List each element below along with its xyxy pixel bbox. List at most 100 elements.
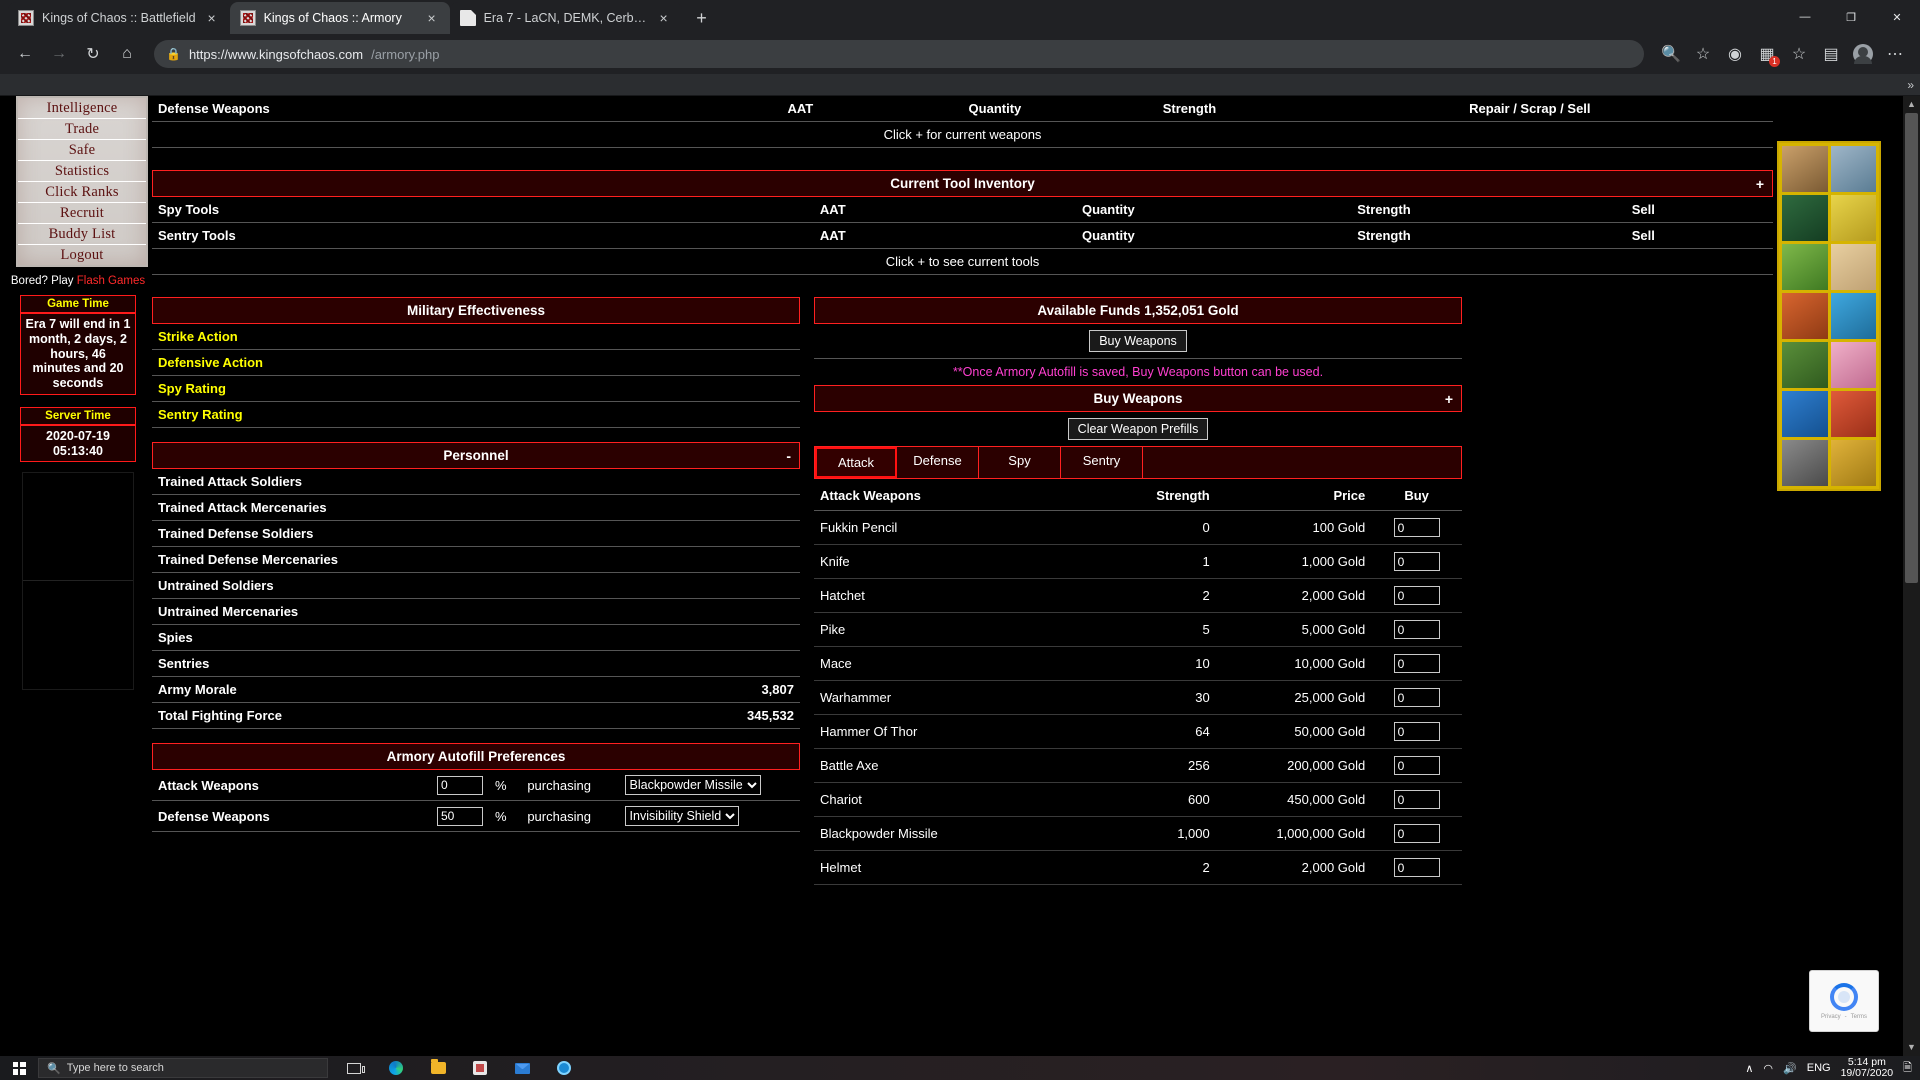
recaptcha-privacy-link[interactable]: Privacy <box>1821 1014 1841 1020</box>
home-icon[interactable]: ⌂ <box>112 39 142 69</box>
flash-games-link[interactable]: Flash Games <box>77 275 145 287</box>
close-icon[interactable]: × <box>204 10 220 26</box>
scroll-down-icon[interactable]: ▼ <box>1903 1039 1920 1056</box>
tab-armory[interactable]: Kings of Chaos :: Armory × <box>230 2 450 34</box>
tab-spy[interactable]: Spy <box>979 447 1061 478</box>
clear-weapon-prefills-button[interactable]: Clear Weapon Prefills <box>1068 418 1209 440</box>
sidebar-item-safe[interactable]: Safe <box>18 140 146 161</box>
defense-weapons-percent-input[interactable] <box>437 807 483 826</box>
weapon-buy-input[interactable] <box>1394 756 1440 775</box>
close-window-button[interactable]: ✕ <box>1874 0 1920 34</box>
sidebar-item-recruit[interactable]: Recruit <box>18 203 146 224</box>
sidebar-item-click-ranks[interactable]: Click Ranks <box>18 182 146 203</box>
ad-thumbnail[interactable] <box>1831 146 1877 192</box>
tab-sentry[interactable]: Sentry <box>1061 447 1143 478</box>
taskbar-mail-icon[interactable] <box>502 1056 542 1080</box>
address-bar[interactable]: 🔒 https://www.kingsofchaos.com/armory.ph… <box>154 40 1644 68</box>
weapon-buy-input[interactable] <box>1394 518 1440 537</box>
ad-thumbnail[interactable] <box>1782 146 1828 192</box>
sidebar-item-buddy-list[interactable]: Buddy List <box>18 224 146 245</box>
buy-weapons-button[interactable]: Buy Weapons <box>1089 330 1187 352</box>
taskbar-search-box[interactable]: 🔍 Type here to search <box>38 1058 328 1078</box>
tab-era7[interactable]: Era 7 - LaCN, DEMK, Cerberus, R... × <box>450 2 682 34</box>
tab-attack[interactable]: Attack <box>815 447 897 478</box>
scroll-up-icon[interactable]: ▲ <box>1903 96 1920 113</box>
sidebar-item-trade[interactable]: Trade <box>18 119 146 140</box>
system-tray: ∧ ◠ 🔊 ENG 5:14 pm 19/07/2020 🗎 <box>1745 1057 1920 1079</box>
weapon-buy-input[interactable] <box>1394 824 1440 843</box>
chevron-right-icon[interactable]: » <box>1907 78 1914 92</box>
tray-expand-icon[interactable]: ∧ <box>1745 1062 1753 1075</box>
collections-icon[interactable]: ▦1 <box>1752 39 1782 69</box>
ad-thumbnail[interactable] <box>1782 293 1828 339</box>
weapon-buy-input[interactable] <box>1394 688 1440 707</box>
expand-buy-weapons-button[interactable]: + <box>1445 391 1453 407</box>
attack-weapon-select[interactable]: Blackpowder Missile <box>625 775 761 795</box>
defense-weapon-select[interactable]: Invisibility Shield <box>625 806 739 826</box>
new-tab-button[interactable]: + <box>688 4 716 32</box>
weapon-buy-input[interactable] <box>1394 790 1440 809</box>
taskbar-file-explorer-icon[interactable] <box>418 1056 458 1080</box>
avatar[interactable] <box>1848 39 1878 69</box>
volume-icon[interactable]: 🔊 <box>1783 1062 1797 1075</box>
tab-defense[interactable]: Defense <box>897 447 979 478</box>
weapon-buy-input[interactable] <box>1394 858 1440 877</box>
close-icon[interactable]: × <box>656 10 672 26</box>
scrollbar-thumb[interactable] <box>1905 113 1918 583</box>
untrained-soldiers-value <box>554 573 800 599</box>
reload-icon[interactable]: ↻ <box>78 39 108 69</box>
favorites-bar-icon[interactable]: ☆ <box>1784 39 1814 69</box>
taskbar-edge-icon[interactable] <box>376 1056 416 1080</box>
ad-rail[interactable] <box>1777 141 1881 491</box>
wifi-icon[interactable]: ◠ <box>1763 1062 1773 1075</box>
ad-thumbnail[interactable] <box>1831 342 1877 388</box>
reading-list-icon[interactable]: ▤ <box>1816 39 1846 69</box>
extensions-icon[interactable]: ◉ <box>1720 39 1750 69</box>
favorite-star-icon[interactable]: ☆ <box>1688 39 1718 69</box>
sidebar-item-intelligence[interactable]: Intelligence <box>18 98 146 119</box>
weapon-buy-input[interactable] <box>1394 552 1440 571</box>
close-icon[interactable]: × <box>424 10 440 26</box>
recaptcha-terms-link[interactable]: Terms <box>1851 1014 1867 1020</box>
maximize-button[interactable]: ❐ <box>1828 0 1874 34</box>
collapse-personnel-button[interactable]: - <box>786 448 791 464</box>
forward-icon[interactable]: → <box>44 39 74 69</box>
weapon-buy-input[interactable] <box>1394 654 1440 673</box>
ad-thumbnail[interactable] <box>1782 342 1828 388</box>
ad-thumbnail[interactable] <box>1831 244 1877 290</box>
settings-menu-icon[interactable]: ⋯ <box>1880 39 1910 69</box>
language-indicator[interactable]: ENG <box>1807 1062 1831 1074</box>
back-icon[interactable]: ← <box>10 39 40 69</box>
notifications-icon[interactable]: 🗎 <box>1903 1059 1912 1078</box>
ad-thumbnail[interactable] <box>1831 195 1877 241</box>
ad-thumbnail[interactable] <box>1782 440 1828 486</box>
zoom-icon[interactable]: 🔍 <box>1656 39 1686 69</box>
attack-weapons-percent-input[interactable] <box>437 776 483 795</box>
weapon-buy-input[interactable] <box>1394 586 1440 605</box>
weapon-buy-input[interactable] <box>1394 620 1440 639</box>
sidebar-item-statistics[interactable]: Statistics <box>18 161 146 182</box>
ad-thumbnail[interactable] <box>1831 440 1877 486</box>
sidebar-item-logout[interactable]: Logout <box>18 245 146 265</box>
ad-thumbnail[interactable] <box>1831 293 1877 339</box>
ad-thumbnail[interactable] <box>1782 244 1828 290</box>
recaptcha-badge[interactable]: Privacy - Terms <box>1809 970 1879 1032</box>
ad-thumbnail[interactable] <box>1831 391 1877 437</box>
military-effectiveness-header: Military Effectiveness <box>152 297 800 324</box>
ad-thumbnail[interactable] <box>1782 195 1828 241</box>
clock[interactable]: 5:14 pm 19/07/2020 <box>1841 1057 1894 1079</box>
start-button[interactable] <box>0 1056 38 1080</box>
weapon-buy-input[interactable] <box>1394 722 1440 741</box>
weapon-strength: 2 <box>1073 579 1216 613</box>
taskbar-app-icon[interactable] <box>544 1056 584 1080</box>
taskbar-store-icon[interactable] <box>460 1056 500 1080</box>
expand-tool-inventory-button[interactable]: + <box>1756 176 1764 192</box>
sidebar-ad-placeholder[interactable] <box>22 472 134 690</box>
minimize-button[interactable]: — <box>1782 0 1828 34</box>
tab-battlefield[interactable]: Kings of Chaos :: Battlefield × <box>8 2 230 34</box>
sentry-tools-label: Sentry Tools <box>152 223 703 249</box>
page-scrollbar[interactable]: ▲ ▼ <box>1903 96 1920 1056</box>
ad-thumbnail[interactable] <box>1782 391 1828 437</box>
buy-weapons-section-header: Buy Weapons + <box>814 385 1462 412</box>
task-view-button[interactable] <box>334 1056 374 1080</box>
